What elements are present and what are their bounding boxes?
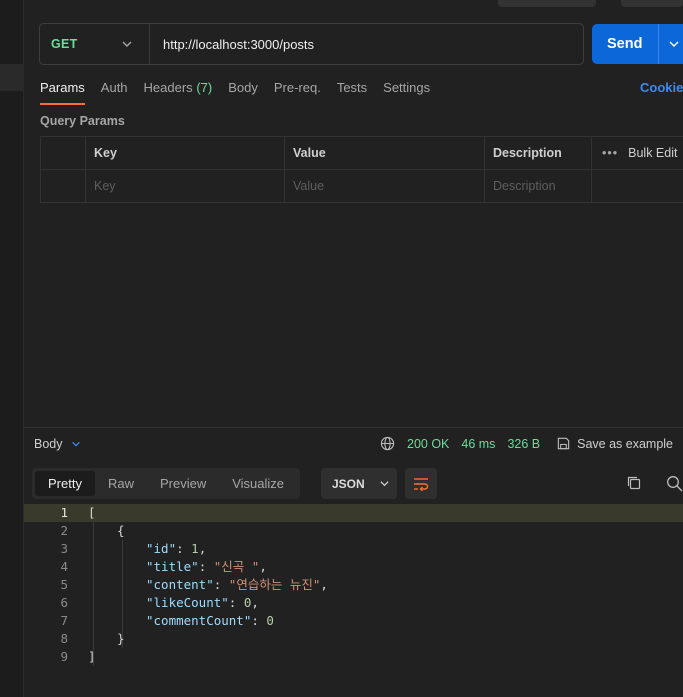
cookies-link[interactable]: Cookies — [640, 80, 683, 95]
response-body-viewer[interactable]: 1 [ 2 { 3 "id": 1, 4 "title": "신곡 ", 5 "… — [24, 504, 683, 666]
json-key: "id" — [146, 541, 177, 556]
save-as-example-button[interactable]: Save as example — [556, 436, 673, 451]
tab-auth[interactable]: Auth — [101, 80, 128, 105]
table-row: Key Value Description — [40, 170, 683, 203]
sidebar-rail — [0, 0, 24, 697]
close-bracket: ] — [88, 649, 96, 664]
json-value: "신곡 " — [213, 559, 260, 574]
value-column-header: Value — [285, 137, 485, 169]
code-line: 6 "likeCount": 0, — [24, 594, 683, 612]
code-line: 8 } — [24, 630, 683, 648]
key-column-header: Key — [86, 137, 285, 169]
wrap-lines-button[interactable] — [405, 468, 437, 499]
globe-icon[interactable] — [380, 436, 395, 451]
code-line: 9 ] — [24, 648, 683, 666]
response-meta: 200 OK 46 ms 326 B Save as example — [380, 436, 673, 451]
response-view-tabs: Pretty Raw Preview Visualize — [32, 468, 301, 499]
format-label: JSON — [332, 476, 365, 491]
request-url-bar: GET http://localhost:3000/posts — [39, 23, 584, 65]
description-column-header: Description — [485, 137, 592, 169]
bulk-edit-label: Bulk Edit — [628, 146, 678, 160]
open-bracket: [ — [88, 505, 96, 520]
response-time[interactable]: 46 ms — [461, 437, 495, 451]
more-icon: ••• — [602, 146, 619, 160]
tab-tests[interactable]: Tests — [337, 80, 367, 105]
tab-headers[interactable]: Headers (7) — [144, 80, 213, 105]
response-divider[interactable] — [24, 427, 683, 428]
tab-params[interactable]: Params — [40, 80, 85, 105]
copy-icon[interactable] — [626, 475, 642, 491]
code-line: 4 "title": "신곡 ", — [24, 558, 683, 576]
method-select[interactable]: GET — [40, 24, 150, 64]
code-line: 5 "content": "연습하는 뉴진", — [24, 576, 683, 594]
line-number: 7 — [60, 613, 68, 628]
tab-settings[interactable]: Settings — [383, 80, 430, 105]
save-as-example-label: Save as example — [577, 436, 673, 451]
line-number: 3 — [60, 541, 68, 556]
code-line: 7 "commentCount": 0 — [24, 612, 683, 630]
tab-raw[interactable]: Raw — [95, 471, 147, 496]
tab-visualize[interactable]: Visualize — [219, 471, 297, 496]
json-key: "commentCount" — [146, 613, 252, 628]
line-number: 1 — [60, 505, 68, 520]
line-number: 6 — [60, 595, 68, 610]
send-button[interactable]: Send — [592, 24, 683, 64]
response-body-dropdown[interactable]: Body — [34, 437, 81, 451]
table-header-row: Key Value Description ••• Bulk Edit — [40, 137, 683, 170]
top-toolbar-button-2[interactable] — [621, 0, 683, 7]
status-code[interactable]: 200 OK — [407, 437, 449, 451]
search-icon[interactable] — [666, 475, 683, 492]
chevron-down-icon — [122, 41, 132, 47]
line-number: 8 — [60, 631, 68, 646]
chevron-down-icon — [380, 481, 389, 487]
line-number: 9 — [60, 649, 68, 664]
code-line: 3 "id": 1, — [24, 540, 683, 558]
tab-headers-label: Headers — [143, 80, 193, 95]
line-number: 2 — [60, 523, 68, 538]
line-number: 4 — [60, 559, 68, 574]
tab-pretty[interactable]: Pretty — [35, 471, 95, 496]
query-params-title: Query Params — [40, 114, 125, 128]
description-input[interactable]: Description — [485, 170, 592, 202]
tab-preview[interactable]: Preview — [147, 471, 219, 496]
format-select[interactable]: JSON — [321, 468, 397, 499]
code-line: 2 { — [24, 522, 683, 540]
close-brace: } — [117, 631, 125, 646]
open-brace: { — [117, 523, 125, 538]
row-checkbox[interactable] — [40, 170, 86, 202]
json-value: 0 — [266, 613, 274, 628]
line-number: 5 — [60, 577, 68, 592]
key-input[interactable]: Key — [86, 170, 285, 202]
send-label: Send — [607, 36, 643, 52]
response-size[interactable]: 326 B — [507, 437, 540, 451]
sidebar-selected-item[interactable] — [0, 64, 24, 91]
request-tabs: Params Auth Headers (7) Body Pre-req. Te… — [40, 80, 446, 105]
code-line: 1 [ — [24, 504, 683, 522]
chevron-down-icon — [71, 441, 80, 447]
url-input[interactable]: http://localhost:3000/posts — [150, 37, 314, 52]
wrap-icon — [414, 477, 429, 491]
response-body-label: Body — [34, 437, 63, 451]
json-value: "연습하는 뉴진" — [228, 577, 321, 592]
top-toolbar-button[interactable] — [498, 0, 596, 7]
save-icon — [557, 437, 570, 450]
json-key: "title" — [146, 559, 199, 574]
bulk-edit-button[interactable]: ••• Bulk Edit — [592, 137, 677, 169]
json-value: 1 — [191, 541, 199, 556]
value-input[interactable]: Value — [285, 170, 485, 202]
json-key: "content" — [146, 577, 214, 592]
tab-pre-request[interactable]: Pre-req. — [274, 80, 321, 105]
send-options-chevron-icon[interactable] — [659, 38, 683, 50]
headers-count-badge: (7) — [196, 80, 213, 95]
json-key: "likeCount" — [146, 595, 229, 610]
method-label: GET — [51, 37, 78, 51]
query-params-table: Key Value Description ••• Bulk Edit Key … — [40, 136, 683, 203]
tab-body[interactable]: Body — [228, 80, 258, 105]
checkbox-column-header — [40, 137, 86, 169]
